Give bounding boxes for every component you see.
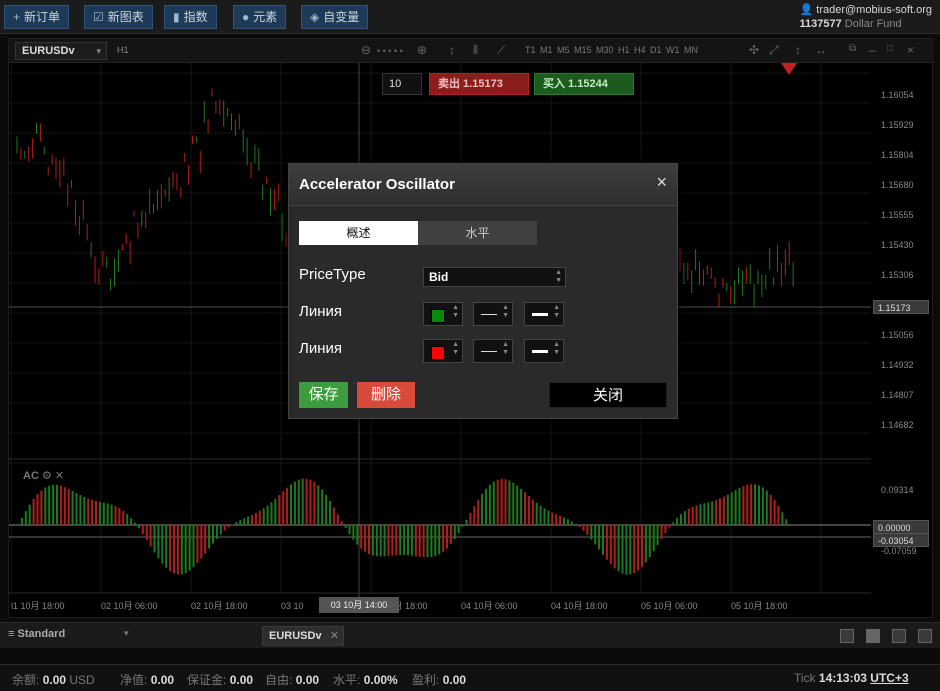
line2-style-select[interactable]: ▲ ▼	[473, 339, 513, 363]
line-style-icon	[481, 314, 497, 315]
line-width-icon	[532, 313, 548, 316]
line1-width-select[interactable]: ▲ ▼	[524, 302, 564, 326]
spinner-arrows-icon: ▲ ▼	[452, 304, 459, 319]
spinner-arrows-icon: ▲ ▼	[452, 341, 459, 356]
dialog-tabs: 概述 水平	[299, 221, 537, 245]
price-type-select[interactable]: Bid ▲ ▼	[423, 267, 566, 287]
line-width-icon	[532, 350, 548, 353]
spinner-arrows-icon: ▲ ▼	[502, 304, 509, 319]
line1-style-select[interactable]: ▲ ▼	[473, 302, 513, 326]
dialog-title: Accelerator Oscillator	[299, 176, 455, 193]
dialog-header: Accelerator Oscillator ×	[289, 164, 677, 206]
line1-label: Линия	[299, 303, 343, 320]
spinner-arrows-icon: ▲ ▼	[553, 341, 560, 356]
line1-color-picker[interactable]: ▲ ▼	[423, 302, 463, 326]
modal-overlay: Accelerator Oscillator × 概述 水平 PriceType…	[0, 0, 940, 691]
price-type-label: PriceType	[299, 266, 366, 283]
line-style-icon	[481, 351, 497, 352]
indicator-settings-dialog: Accelerator Oscillator × 概述 水平 PriceType…	[288, 163, 678, 419]
close-icon[interactable]: ×	[656, 172, 667, 193]
spinner-arrows-icon: ▲ ▼	[502, 341, 509, 356]
spinner-arrows-icon: ▲ ▼	[553, 304, 560, 319]
line2-width-select[interactable]: ▲ ▼	[524, 339, 564, 363]
price-type-value: Bid	[429, 270, 449, 284]
line2-color-picker[interactable]: ▲ ▼	[423, 339, 463, 363]
delete-button[interactable]: 删除	[357, 382, 415, 408]
app-root: + 新订单 ☑ 新图表 ▮ 指数 ● 元素 ◈ 自变量 👤 trader@mobius-s…	[0, 0, 940, 691]
line2-label: Линия	[299, 340, 343, 357]
save-button[interactable]: 保存	[299, 382, 348, 408]
tab-levels[interactable]: 水平	[418, 221, 537, 245]
close-button[interactable]: 关闭	[549, 382, 667, 408]
tab-overview[interactable]: 概述	[299, 221, 418, 245]
line2-color-swatch	[431, 346, 445, 360]
line1-color-swatch	[431, 309, 445, 323]
spinner-arrows-icon: ▲ ▼	[555, 269, 562, 284]
